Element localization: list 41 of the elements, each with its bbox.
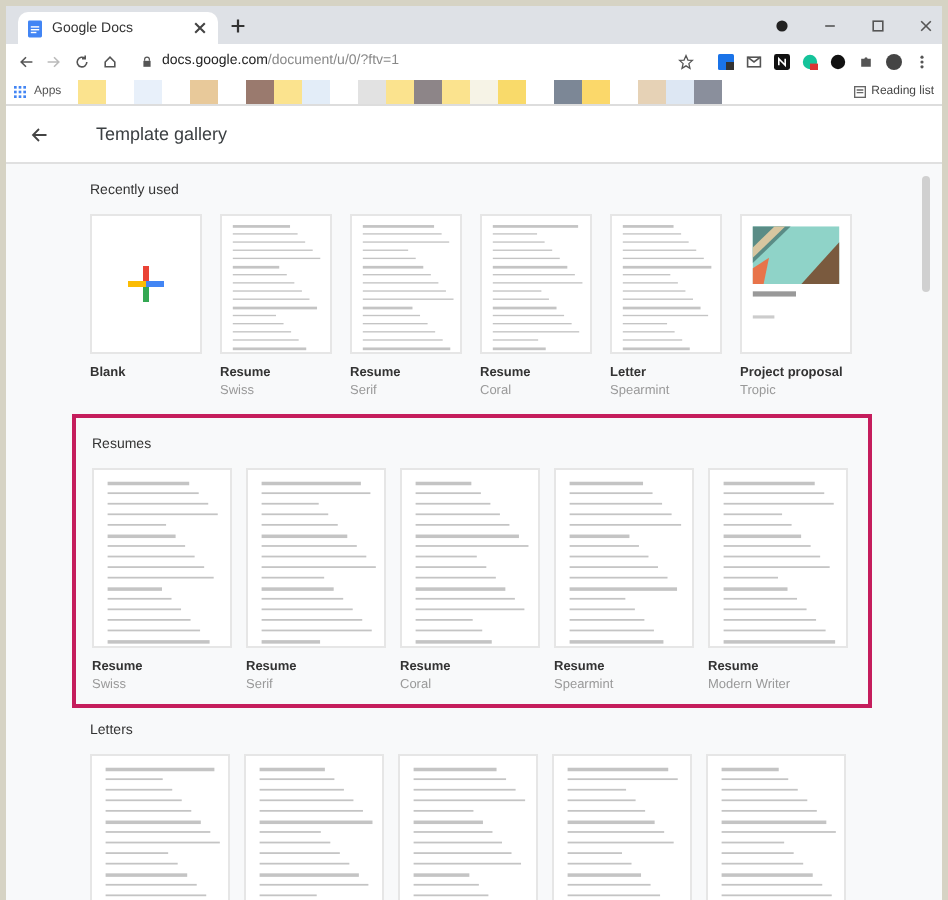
bookmark-block[interactable] bbox=[413, 79, 442, 103]
template-thumbnail[interactable] bbox=[398, 754, 538, 900]
template-thumbnail[interactable] bbox=[244, 754, 384, 900]
reload-icon[interactable] bbox=[74, 53, 90, 69]
lock-icon bbox=[142, 55, 152, 67]
record-icon[interactable] bbox=[774, 17, 790, 33]
home-icon[interactable] bbox=[102, 53, 118, 69]
close-icon[interactable] bbox=[192, 20, 208, 36]
bookmark-block[interactable] bbox=[581, 79, 610, 103]
forward-icon[interactable] bbox=[46, 53, 62, 69]
docs-icon bbox=[28, 19, 42, 37]
template-thumbnail[interactable] bbox=[90, 754, 230, 900]
template-thumbnail[interactable] bbox=[90, 214, 202, 354]
template-thumbnail[interactable] bbox=[480, 214, 592, 354]
template-thumbnail[interactable] bbox=[220, 214, 332, 354]
plus-icon bbox=[126, 264, 166, 304]
maximize-icon[interactable] bbox=[870, 17, 886, 33]
extension-icon[interactable] bbox=[774, 53, 790, 69]
page-title: Template gallery bbox=[96, 124, 228, 144]
star-icon[interactable] bbox=[678, 53, 694, 69]
template-thumbnail[interactable] bbox=[740, 214, 852, 354]
bookmark-block[interactable] bbox=[693, 79, 722, 103]
template-thumbnail[interactable] bbox=[610, 214, 722, 354]
apps-icon bbox=[14, 85, 26, 97]
bookmark-block[interactable] bbox=[245, 79, 274, 103]
template-thumbnail[interactable] bbox=[552, 754, 692, 900]
back-arrow-icon[interactable] bbox=[30, 125, 48, 143]
template-thumbnail[interactable] bbox=[706, 754, 846, 900]
back-icon[interactable] bbox=[18, 53, 34, 69]
extension-icon[interactable] bbox=[718, 53, 734, 69]
bookmark-block[interactable] bbox=[441, 79, 470, 103]
extension-icon[interactable] bbox=[830, 53, 846, 69]
reading-list-icon bbox=[853, 85, 866, 97]
close-icon[interactable] bbox=[918, 17, 934, 33]
avatar-icon[interactable] bbox=[886, 53, 902, 69]
bookmark-block[interactable] bbox=[273, 79, 302, 103]
scrollbar[interactable] bbox=[922, 176, 930, 292]
new-tab-icon[interactable] bbox=[230, 17, 246, 33]
bookmark-block[interactable] bbox=[553, 79, 582, 103]
mail-icon[interactable] bbox=[746, 53, 762, 69]
template-thumbnail[interactable] bbox=[350, 214, 462, 354]
